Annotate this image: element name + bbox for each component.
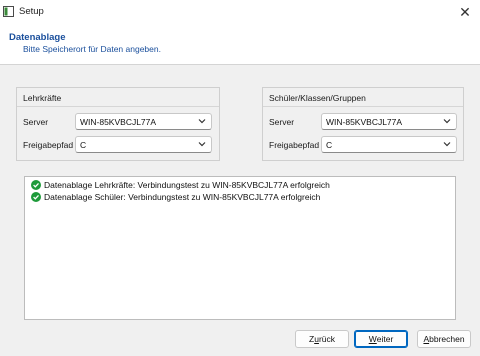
group-divider xyxy=(263,106,463,107)
close-icon: ✕ xyxy=(459,3,471,20)
students-share-value: C xyxy=(326,140,333,150)
connection-log[interactable]: Datenablage Lehrkräfte: Verbindungstest … xyxy=(24,176,456,320)
check-circle-icon xyxy=(31,180,41,190)
close-button[interactable]: ✕ xyxy=(450,0,480,24)
students-group-title: Schüler/Klassen/Gruppen xyxy=(269,93,366,103)
teachers-server-label: Server xyxy=(23,117,49,127)
app-window-icon xyxy=(3,6,14,17)
check-circle-icon xyxy=(31,192,41,202)
back-label-post: rück xyxy=(318,334,335,344)
students-server-combo[interactable]: WIN-85KVBCJL77A xyxy=(321,113,457,130)
students-server-label: Server xyxy=(269,117,295,127)
chevron-down-icon xyxy=(198,142,206,147)
log-line: Datenablage Lehrkräfte: Verbindungstest … xyxy=(31,180,330,190)
students-server-value: WIN-85KVBCJL77A xyxy=(326,117,403,127)
next-mnemonic: W xyxy=(368,334,377,344)
students-share-combo[interactable]: C xyxy=(321,136,457,153)
chevron-down-icon xyxy=(443,119,451,124)
back-button[interactable]: Zu rück xyxy=(295,330,349,348)
chevron-down-icon xyxy=(198,119,206,124)
teachers-share-combo[interactable]: C xyxy=(75,136,212,153)
title-bar: Setup ✕ xyxy=(0,0,480,24)
teachers-share-label: Freigabepfad xyxy=(23,140,74,150)
students-group: Schüler/Klassen/Gruppen Server WIN-85KVB… xyxy=(262,87,464,161)
wizard-header: Datenablage Bitte Speicherort für Daten … xyxy=(0,24,480,65)
log-line: Datenablage Schüler: Verbindungstest zu … xyxy=(31,192,320,202)
teachers-server-value: WIN-85KVBCJL77A xyxy=(80,117,157,127)
page-subtitle: Bitte Speicherort für Daten angeben. xyxy=(23,44,161,54)
students-share-label: Freigabepfad xyxy=(269,140,320,150)
next-button[interactable]: Weiter xyxy=(354,330,408,348)
next-label-post: eiter xyxy=(376,334,394,344)
button-bar: Zu rück Weiter Abbrechen xyxy=(0,320,480,356)
log-text: Datenablage Schüler: Verbindungstest zu … xyxy=(44,192,321,202)
teachers-group: Lehrkräfte Server WIN-85KVBCJL77A Freiga… xyxy=(16,87,220,161)
page-title: Datenablage xyxy=(9,32,66,43)
group-divider xyxy=(17,106,219,107)
window-title: Setup xyxy=(19,6,44,17)
teachers-group-title: Lehrkräfte xyxy=(23,93,62,103)
teachers-share-value: C xyxy=(80,140,87,150)
cancel-label-post: bbrechen xyxy=(429,334,465,344)
log-text: Datenablage Lehrkräfte: Verbindungstest … xyxy=(44,180,330,190)
chevron-down-icon xyxy=(443,142,451,147)
cancel-button[interactable]: Abbrechen xyxy=(417,330,471,348)
teachers-server-combo[interactable]: WIN-85KVBCJL77A xyxy=(75,113,212,130)
